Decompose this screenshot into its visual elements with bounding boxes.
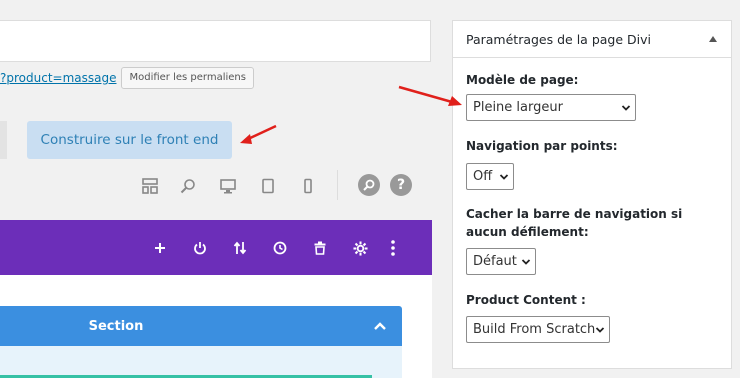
toolbar-divider [337,170,338,200]
add-icon[interactable] [150,238,170,258]
chevron-down-icon [621,105,631,111]
chevron-down-icon [521,259,531,265]
page-title-input[interactable] [0,20,431,62]
dot-navigation-label: Navigation par points: [466,139,618,153]
hide-nav-select[interactable]: Défaut [466,248,536,275]
section-header[interactable]: Section [0,306,402,346]
builder-toolbar [0,220,432,275]
tablet-icon[interactable] [258,172,278,200]
collapse-chevron-icon[interactable] [372,318,388,334]
collapse-toggle-icon[interactable] [709,36,717,42]
permalink-link[interactable]: ?product=massage [0,71,116,85]
search-icon[interactable] [358,174,380,196]
hide-nav-value: Défaut [473,254,517,269]
default-editor-button[interactable] [0,121,7,159]
annotation-arrow-frontend [240,124,277,144]
permalink-row: ?product=massage Modifier les permaliens [0,67,254,89]
panel-header[interactable]: Paramétrages de la page Divi [453,21,731,58]
page-layout-select[interactable]: Pleine largeur [466,94,636,121]
product-content-value: Build From Scratch [473,322,596,337]
edit-permalink-button[interactable]: Modifier les permaliens [121,67,254,89]
chevron-down-icon [595,327,605,333]
gear-icon[interactable] [350,238,370,258]
page-layout-label: Modèle de page: [466,73,579,87]
phone-icon[interactable] [298,172,318,200]
power-icon[interactable] [190,238,210,258]
divi-settings-panel: Paramétrages de la page Divi Modèle de p… [452,20,732,369]
hide-nav-label: Cacher la barre de navigation si aucun d… [466,207,683,239]
dot-navigation-value: Off [473,169,493,184]
sort-icon[interactable] [230,238,250,258]
build-frontend-button[interactable]: Construire sur le front end [27,121,232,159]
wireframe-icon[interactable] [140,172,160,200]
dot-navigation-select[interactable]: Off [466,163,514,190]
product-content-select[interactable]: Build From Scratch [466,316,610,343]
annotation-arrow-page-layout [398,85,462,106]
page-layout-value: Pleine largeur [473,100,563,115]
product-content-label: Product Content : [466,293,586,307]
help-icon[interactable]: ? [390,174,412,196]
chevron-down-icon [499,174,509,180]
trash-icon[interactable] [310,238,330,258]
zoom-icon[interactable] [178,172,198,200]
section-label: Section [88,318,144,334]
desktop-icon[interactable] [218,172,238,200]
more-options-icon[interactable] [383,238,403,258]
section-body [0,346,402,378]
panel-title: Paramétrages de la page Divi [466,31,651,47]
history-icon[interactable] [270,238,290,258]
